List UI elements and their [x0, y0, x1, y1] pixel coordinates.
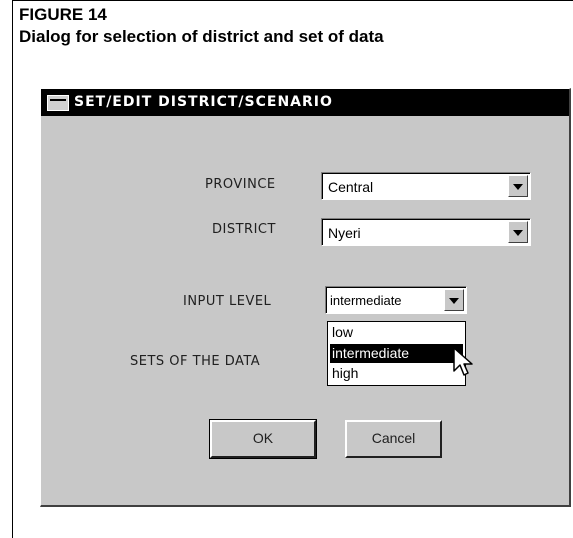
- district-label: DISTRICT: [212, 222, 276, 237]
- input-level-select[interactable]: intermediate: [325, 286, 467, 314]
- ok-button[interactable]: OK: [209, 419, 317, 459]
- cancel-button[interactable]: Cancel: [345, 420, 442, 458]
- input-level-label: INPUT LEVEL: [183, 294, 272, 309]
- chevron-down-icon[interactable]: [508, 175, 528, 197]
- chevron-down-icon[interactable]: [508, 221, 528, 243]
- option-intermediate[interactable]: intermediate: [330, 344, 463, 363]
- dialog-title: SET/EDIT DISTRICT/SCENARIO: [74, 94, 333, 110]
- chevron-down-icon[interactable]: [444, 289, 464, 311]
- province-label: PROVINCE: [205, 177, 276, 192]
- input-level-dropdown-list: low intermediate high: [327, 321, 466, 386]
- system-menu-icon[interactable]: [47, 95, 69, 111]
- input-level-value: intermediate: [330, 293, 402, 308]
- figure-number: FIGURE 14: [19, 5, 107, 24]
- option-high[interactable]: high: [330, 364, 463, 383]
- province-select[interactable]: Central: [321, 172, 531, 200]
- figure-heading: FIGURE 14 Dialog for selection of distri…: [19, 4, 384, 48]
- sets-of-data-label: SETS OF THE DATA: [130, 354, 261, 369]
- province-value: Central: [328, 179, 374, 195]
- option-low[interactable]: low: [330, 323, 463, 342]
- district-select[interactable]: Nyeri: [321, 218, 531, 246]
- district-value: Nyeri: [328, 225, 361, 241]
- dialog-titlebar[interactable]: SET/EDIT DISTRICT/SCENARIO: [41, 89, 569, 116]
- figure-caption: Dialog for selection of district and set…: [19, 27, 384, 46]
- arrow-cursor-icon: [453, 347, 473, 376]
